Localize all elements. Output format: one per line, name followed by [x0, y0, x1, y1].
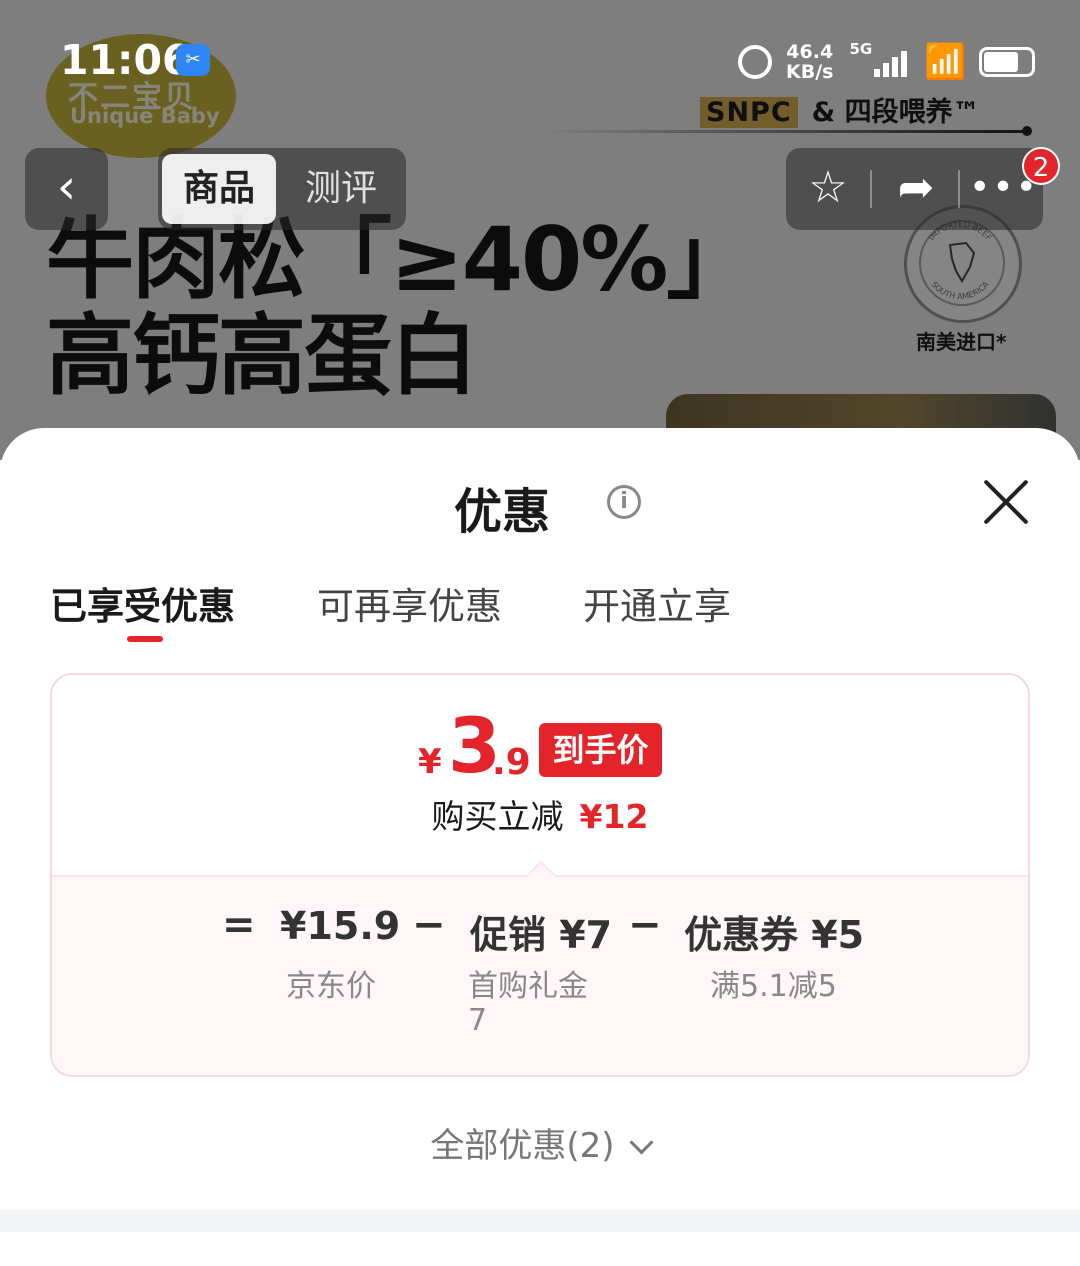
info-icon[interactable]: i [607, 485, 641, 519]
network-speed: 46.4 KB/s [786, 42, 833, 82]
promotion-label: 首购礼金 7 [468, 969, 588, 1038]
final-price-badge: 到手价 [539, 723, 662, 777]
network-speed-value: 46.4 [786, 41, 834, 63]
sheet-title-text: 优惠 [453, 484, 550, 540]
signal-bars-icon [874, 47, 910, 77]
divider [870, 170, 872, 208]
all-offers-button[interactable]: 全部优惠(2) [0, 1118, 1080, 1167]
coupon-value: 优惠券 ¥5 [684, 913, 865, 957]
tab-more-discounts[interactable]: 可再享优惠 [317, 576, 502, 630]
all-offers-label: 全部优惠(2) [430, 1126, 615, 1166]
equals-sign: = [222, 902, 256, 948]
share-icon[interactable]: ➦ [874, 148, 958, 230]
coupon-label: 满5.1减5 [710, 969, 837, 1004]
wifi-icon: 📶 [924, 42, 967, 82]
divider [958, 170, 960, 208]
back-button[interactable]: ‹ [25, 148, 108, 230]
tab-activate-discounts[interactable]: 开通立享 [583, 576, 731, 630]
sheet-title: 优惠 [0, 472, 1080, 542]
message-count-badge: 2 [1022, 147, 1060, 185]
active-tab-indicator [127, 636, 163, 642]
minus-sign: − [628, 902, 662, 948]
promotion-value: 促销 ¥7 [470, 913, 613, 957]
tab-enjoyed-discounts[interactable]: 已享受优惠 [50, 576, 235, 630]
battery-icon [978, 47, 1035, 77]
savings-amount: ¥12 [579, 797, 649, 836]
tab-review[interactable]: 测评 [284, 154, 398, 224]
chevron-down-icon [629, 1130, 654, 1155]
top-tab-switcher: 商品 测评 [158, 148, 406, 230]
network-speed-unit: KB/s [786, 61, 834, 83]
favorite-star-icon[interactable]: ☆ [786, 148, 870, 230]
tab-product[interactable]: 商品 [162, 154, 276, 224]
close-icon[interactable] [978, 474, 1034, 530]
savings-label: 购买立减 [431, 797, 564, 836]
jd-price-value: ¥15.9 [280, 904, 401, 948]
alarm-icon [738, 45, 772, 79]
top-actions: ☆ ➦ ••• [786, 148, 1043, 230]
bottom-area [0, 1232, 1080, 1266]
status-icons: 46.4 KB/s 5G 📶 [738, 38, 1035, 86]
chevron-left-icon: ‹ [56, 159, 77, 215]
minus-sign: − [412, 902, 446, 948]
screen-mirror-icon: ✂ [176, 44, 210, 76]
savings-line: 购买立减 ¥12 [0, 790, 1080, 838]
price-decimal: .9 [492, 742, 531, 783]
signal-type: 5G [849, 40, 873, 58]
jd-price-label: 京东价 [286, 969, 376, 1004]
currency-symbol: ¥ [418, 742, 442, 782]
status-time: 11:06 [60, 36, 191, 84]
